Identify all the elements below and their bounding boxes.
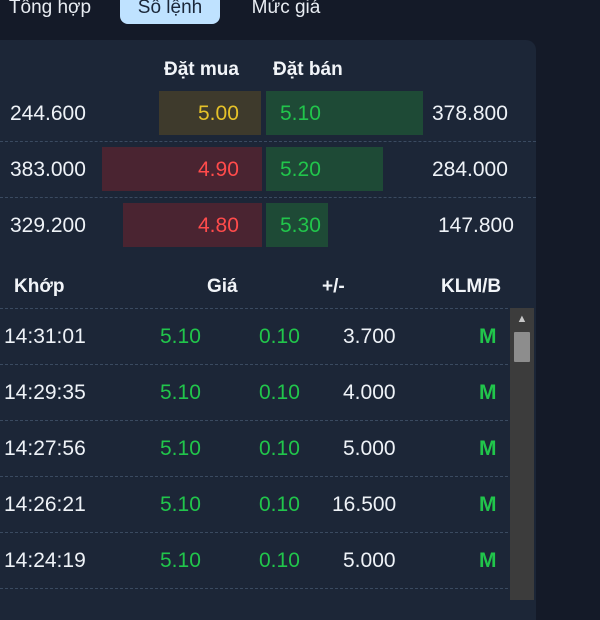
trade-change: 0.10 (259, 381, 300, 404)
bid-price[interactable]: 4.90 (198, 158, 239, 182)
tab-order-book[interactable]: Sổ lệnh (120, 0, 220, 24)
trades-header-side: KLM/B (441, 276, 502, 297)
row-divider (0, 588, 508, 589)
trades-header-time: Khớp (14, 276, 65, 297)
scrollbar-thumb[interactable] (514, 332, 530, 362)
orderbook-row: 383.000 4.90 5.20 284.000 (0, 141, 536, 197)
right-background (536, 40, 600, 600)
ask-volume: 284.000 (432, 158, 508, 181)
trade-row: 14:26:21 5.10 0.10 16.500 M (0, 476, 508, 532)
ask-volume: 378.800 (432, 102, 508, 125)
scroll-up-arrow-icon[interactable]: ▲ (510, 308, 534, 330)
trade-side: M (479, 437, 497, 460)
bid-price[interactable]: 5.00 (198, 102, 239, 126)
tab-price-levels[interactable]: Mức giá (238, 0, 334, 24)
trade-price: 5.10 (160, 381, 201, 404)
trade-time: 14:27:56 (4, 437, 86, 460)
bid-volume-bar (123, 203, 262, 247)
trade-row: 14:27:56 5.10 0.10 5.000 M (0, 420, 508, 476)
trade-side: M (479, 549, 497, 572)
trade-change: 0.10 (259, 549, 300, 572)
trade-volume: 5.000 (343, 549, 396, 572)
trade-price: 5.10 (160, 325, 201, 348)
bid-volume: 244.600 (10, 102, 86, 125)
bid-header: Đặt mua (164, 59, 239, 80)
ask-price[interactable]: 5.30 (280, 214, 321, 238)
trade-time: 14:31:01 (4, 325, 86, 348)
ask-volume: 147.800 (438, 214, 514, 237)
trade-change: 0.10 (259, 437, 300, 460)
trade-price: 5.10 (160, 437, 201, 460)
order-book-panel: Đặt mua Đặt bán 244.600 5.00 5.10 378.80… (0, 40, 536, 620)
trades-header-price: Giá (207, 276, 238, 297)
trade-side: M (479, 493, 497, 516)
ask-price[interactable]: 5.10 (280, 102, 321, 126)
trade-volume: 5.000 (343, 437, 396, 460)
trade-price: 5.10 (160, 493, 201, 516)
tab-bar: Tổng hợp Sổ lệnh Mức giá (0, 0, 600, 40)
trade-side: M (479, 325, 497, 348)
ask-header: Đặt bán (273, 59, 343, 80)
trade-time: 14:26:21 (4, 493, 86, 516)
trade-time: 14:29:35 (4, 381, 86, 404)
orderbook-row: 244.600 5.00 5.10 378.800 (0, 85, 536, 141)
trade-change: 0.10 (259, 325, 300, 348)
bid-volume: 383.000 (10, 158, 86, 181)
orderbook-row: 329.200 4.80 5.30 147.800 (0, 197, 536, 253)
trade-price: 5.10 (160, 549, 201, 572)
trades-scrollbar[interactable]: ▲ (510, 308, 534, 600)
trades-header-change: +/- (322, 276, 345, 297)
trade-change: 0.10 (259, 493, 300, 516)
tab-summary[interactable]: Tổng hợp (0, 0, 100, 24)
trade-side: M (479, 381, 497, 404)
trade-volume: 3.700 (343, 325, 396, 348)
trade-row: 14:31:01 5.10 0.10 3.700 M (0, 308, 508, 364)
trade-volume: 16.500 (332, 493, 397, 516)
trade-row: 14:29:35 5.10 0.10 4.000 M (0, 364, 508, 420)
trade-row: 14:24:19 5.10 0.10 5.000 M (0, 532, 508, 588)
ask-price[interactable]: 5.20 (280, 158, 321, 182)
trade-volume: 4.000 (343, 381, 396, 404)
bid-price[interactable]: 4.80 (198, 214, 239, 238)
bid-volume: 329.200 (10, 214, 86, 237)
trade-time: 14:24:19 (4, 549, 86, 572)
